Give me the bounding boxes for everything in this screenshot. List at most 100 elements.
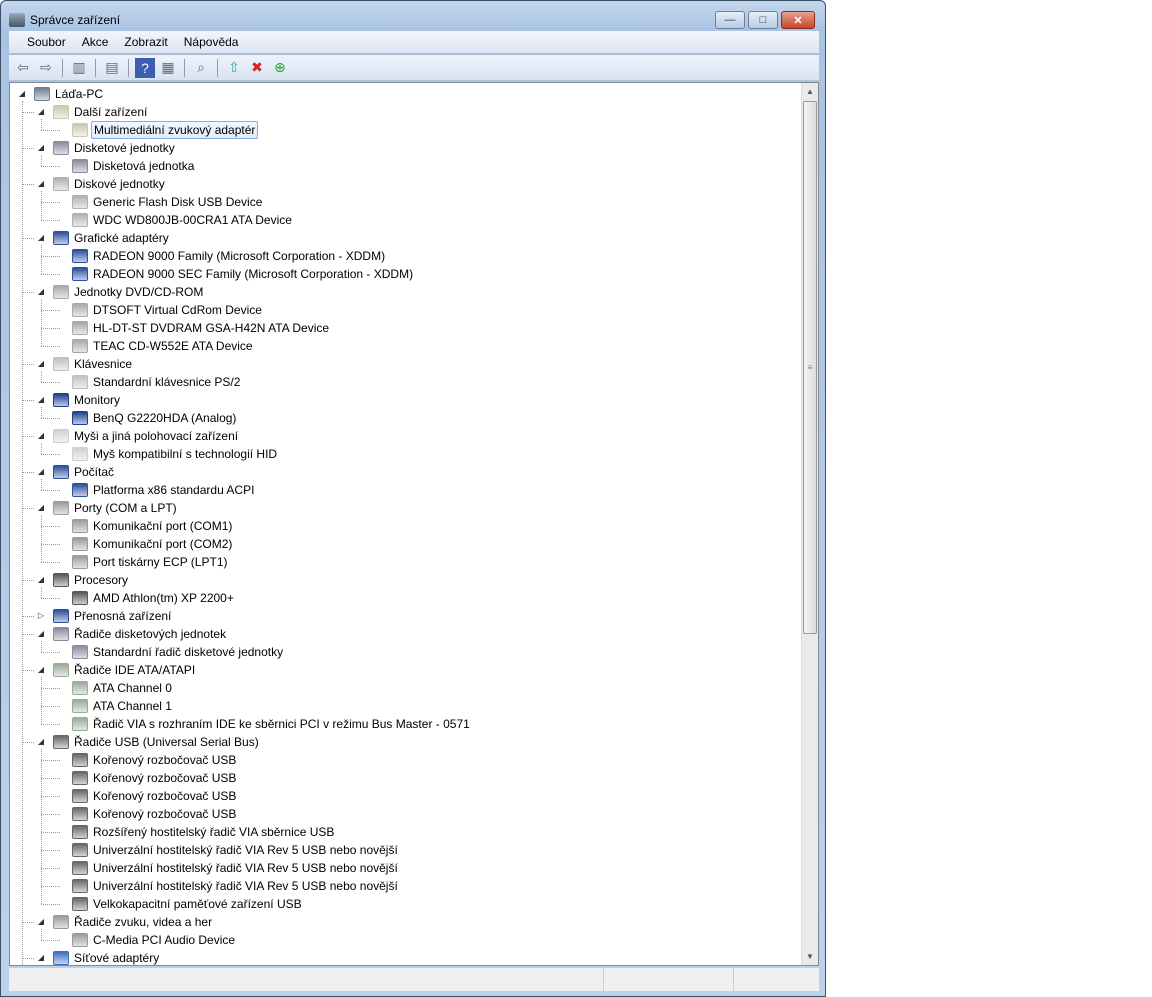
device-item[interactable]: Platforma x86 standardu ACPI: [72, 481, 256, 499]
collapse-arrow-icon[interactable]: ◢: [37, 503, 45, 512]
device-item[interactable]: DTSOFT Virtual CdRom Device: [72, 301, 264, 319]
collapse-arrow-icon[interactable]: ◢: [37, 737, 45, 746]
category-item[interactable]: Přenosná zařízení: [53, 607, 173, 625]
menu-akce[interactable]: Akce: [74, 35, 117, 49]
device-item[interactable]: Univerzální hostitelský řadič VIA Rev 5 …: [72, 877, 400, 895]
device-item[interactable]: TEAC CD-W552E ATA Device: [72, 337, 255, 355]
category-item[interactable]: Diskové jednotky: [53, 175, 167, 193]
category-item[interactable]: Řadiče zvuku, videa a her: [53, 913, 214, 931]
vertical-scrollbar[interactable]: ▲ ≡ ▼: [801, 83, 818, 965]
collapse-arrow-icon[interactable]: ◢: [37, 107, 45, 116]
device-item[interactable]: Univerzální hostitelský řadič VIA Rev 5 …: [72, 841, 400, 859]
scrollbar-thumb[interactable]: ≡: [803, 101, 817, 634]
forward-icon[interactable]: ⇨: [36, 58, 56, 78]
collapse-arrow-icon[interactable]: ◢: [37, 467, 45, 476]
device-item[interactable]: Port tiskárny ECP (LPT1): [72, 553, 229, 571]
category-item[interactable]: Grafické adaptéry: [53, 229, 171, 247]
computer-node[interactable]: Láďa-PC: [34, 85, 105, 103]
tree-connector: [22, 238, 34, 239]
device-icon: [72, 339, 88, 353]
device-item[interactable]: ATA Channel 1: [72, 697, 174, 715]
device-item[interactable]: Komunikační port (COM2): [72, 535, 234, 553]
scroll-down-button[interactable]: ▼: [802, 948, 818, 965]
category-item[interactable]: Další zařízení: [53, 103, 149, 121]
minimize-button[interactable]: —: [715, 11, 745, 29]
device-item[interactable]: Kořenový rozbočovač USB: [72, 751, 238, 769]
scan-hardware-icon[interactable]: ⌕: [191, 58, 211, 78]
menu-zobrazit[interactable]: Zobrazit: [116, 35, 175, 49]
category-item[interactable]: Řadiče disketových jednotek: [53, 625, 228, 643]
category-item[interactable]: Řadiče USB (Universal Serial Bus): [53, 733, 261, 751]
scroll-up-button[interactable]: ▲: [802, 83, 818, 100]
update-driver-icon[interactable]: ⇧: [224, 58, 244, 78]
category-item[interactable]: Síťové adaptéry: [53, 949, 161, 965]
category-item[interactable]: Řadiče IDE ATA/ATAPI: [53, 661, 197, 679]
collapse-arrow-icon[interactable]: ◢: [37, 233, 45, 242]
category-item[interactable]: Disketové jednotky: [53, 139, 177, 157]
device-item[interactable]: WDC WD800JB-00CRA1 ATA Device: [72, 211, 294, 229]
menu-napoveda[interactable]: Nápověda: [176, 35, 247, 49]
tree-connector: [22, 508, 34, 509]
collapse-arrow-icon[interactable]: ◢: [37, 575, 45, 584]
device-item[interactable]: Kořenový rozbočovač USB: [72, 805, 238, 823]
enable-device-icon[interactable]: ⊕: [270, 58, 290, 78]
device-item[interactable]: AMD Athlon(tm) XP 2200+: [72, 589, 236, 607]
tree-connector: [41, 850, 60, 851]
collapse-arrow-icon[interactable]: ◢: [37, 179, 45, 188]
collapse-arrow-icon[interactable]: ◢: [37, 665, 45, 674]
device-item[interactable]: Velkokapacitní paměťové zařízení USB: [72, 895, 304, 913]
collapse-arrow-icon[interactable]: ◢: [37, 143, 45, 152]
category-item[interactable]: Procesory: [53, 571, 130, 589]
device-item[interactable]: BenQ G2220HDA (Analog): [72, 409, 238, 427]
show-hide-console-tree-icon[interactable]: ▥: [69, 58, 89, 78]
category-item[interactable]: Jednotky DVD/CD-ROM: [53, 283, 205, 301]
device-item[interactable]: Kořenový rozbočovač USB: [72, 787, 238, 805]
collapse-arrow-icon[interactable]: ◢: [37, 917, 45, 926]
tree-connector: [22, 400, 34, 401]
device-icon: [72, 717, 88, 731]
category-item[interactable]: Monitory: [53, 391, 122, 409]
maximize-button[interactable]: □: [748, 11, 778, 29]
collapse-arrow-icon[interactable]: ◢: [37, 629, 45, 638]
expand-arrow-icon[interactable]: ▷: [37, 611, 45, 620]
device-icon: [72, 879, 88, 893]
show-action-pane-icon[interactable]: ▦: [158, 58, 178, 78]
device-item[interactable]: Generic Flash Disk USB Device: [72, 193, 264, 211]
uninstall-icon[interactable]: ✖: [247, 58, 267, 78]
device-item[interactable]: Komunikační port (COM1): [72, 517, 234, 535]
device-item[interactable]: C-Media PCI Audio Device: [72, 931, 237, 949]
category-item[interactable]: Myši a jiná polohovací zařízení: [53, 427, 240, 445]
device-item[interactable]: ATA Channel 0: [72, 679, 174, 697]
category-item[interactable]: Klávesnice: [53, 355, 134, 373]
tree-item-label: Univerzální hostitelský řadič VIA Rev 5 …: [93, 879, 398, 893]
toolbar-separator: [217, 58, 218, 77]
device-item[interactable]: Standardní řadič disketové jednotky: [72, 643, 285, 661]
category-item[interactable]: Počítač: [53, 463, 116, 481]
device-item[interactable]: Myš kompatibilní s technologií HID: [72, 445, 279, 463]
collapse-arrow-icon[interactable]: ◢: [37, 359, 45, 368]
properties-icon[interactable]: ▤: [102, 58, 122, 78]
back-icon[interactable]: ⇦: [13, 58, 33, 78]
tree-connector: [41, 832, 60, 833]
collapse-arrow-icon[interactable]: ◢: [37, 395, 45, 404]
collapse-arrow-icon[interactable]: ◢: [37, 431, 45, 440]
collapse-arrow-icon[interactable]: ◢: [37, 287, 45, 296]
device-item[interactable]: RADEON 9000 Family (Microsoft Corporatio…: [72, 247, 387, 265]
close-button[interactable]: ✕: [781, 11, 815, 29]
device-item[interactable]: Univerzální hostitelský řadič VIA Rev 5 …: [72, 859, 400, 877]
device-item[interactable]: HL-DT-ST DVDRAM GSA-H42N ATA Device: [72, 319, 331, 337]
menu-soubor[interactable]: Soubor: [19, 35, 74, 49]
device-item[interactable]: Disketová jednotka: [72, 157, 196, 175]
device-icon: [72, 699, 88, 713]
collapse-arrow-icon[interactable]: ◢: [37, 953, 45, 962]
category-item[interactable]: Porty (COM a LPT): [53, 499, 179, 517]
help-icon[interactable]: ?: [135, 57, 155, 78]
device-item[interactable]: Standardní klávesnice PS/2: [72, 373, 242, 391]
device-item[interactable]: Řadič VIA s rozhraním IDE ke sběrnici PC…: [72, 715, 472, 733]
tree-item-label: Myši a jiná polohovací zařízení: [74, 429, 239, 443]
device-item[interactable]: Kořenový rozbočovač USB: [72, 769, 238, 787]
collapse-arrow-icon[interactable]: ◢: [18, 89, 26, 98]
device-item[interactable]: RADEON 9000 SEC Family (Microsoft Corpor…: [72, 265, 415, 283]
device-item[interactable]: Rozšířený hostitelský řadič VIA sběrnice…: [72, 823, 336, 841]
device-item[interactable]: Multimediální zvukový adaptér: [72, 121, 259, 139]
